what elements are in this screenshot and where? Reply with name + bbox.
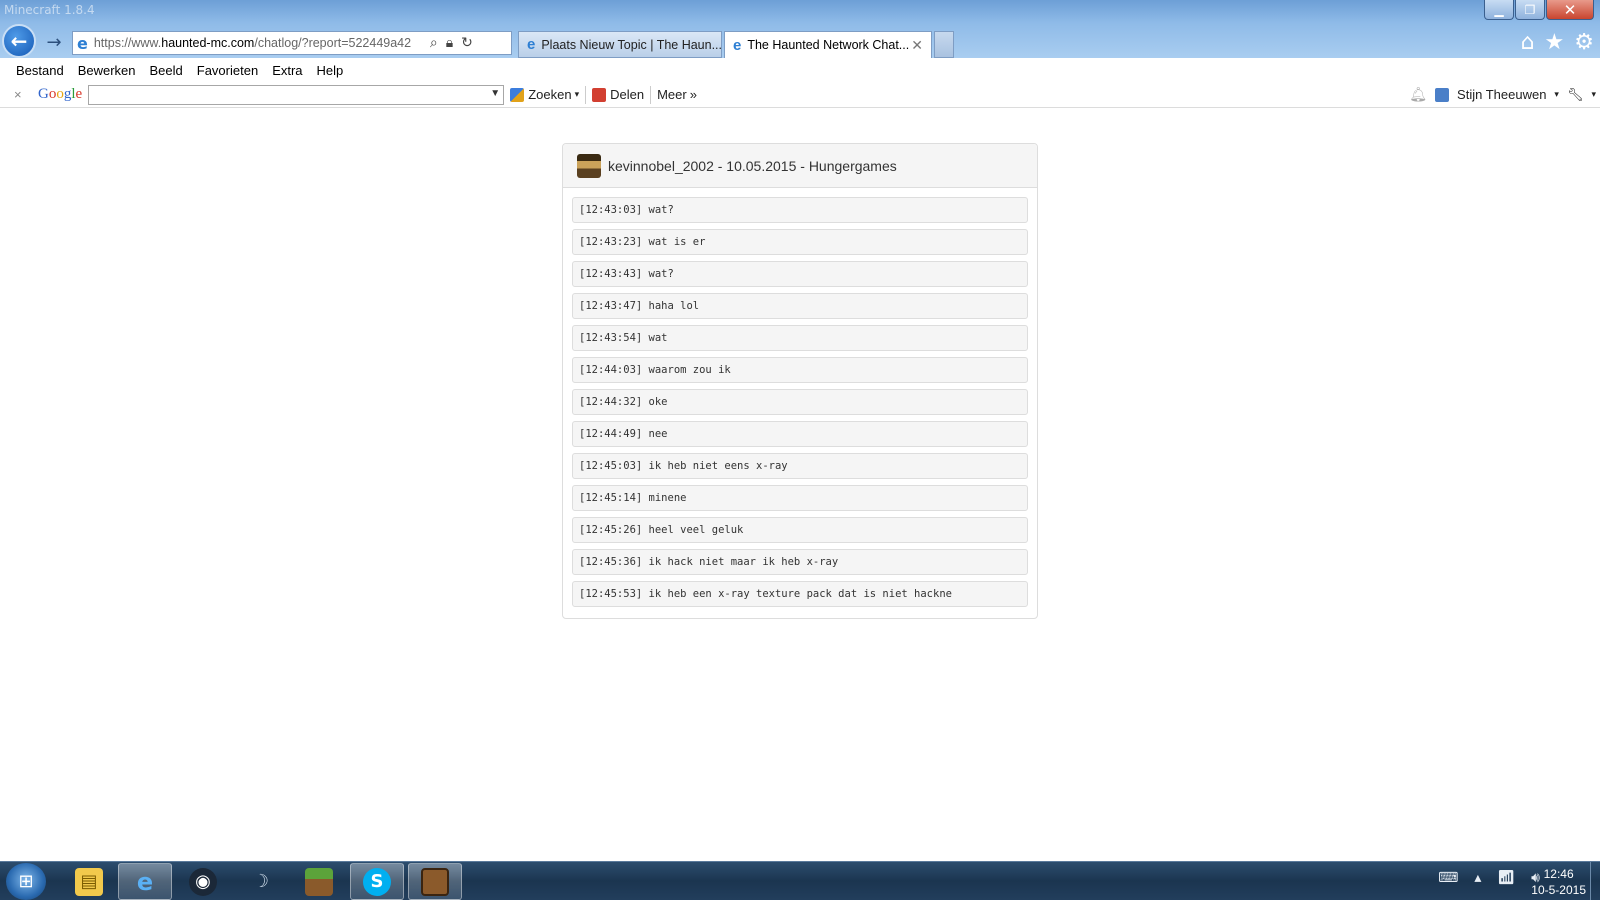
arrow-right-icon: → [46, 31, 62, 53]
clock-time: 12:46 [1543, 867, 1574, 881]
chat-line: [12:45:14] minene [572, 485, 1028, 511]
restore-button[interactable]: ❐ [1515, 0, 1545, 20]
system-tray: ⌨ ▴ 📶︎ 🔊︎ [1438, 870, 1540, 886]
refresh-icon[interactable]: ↻ [461, 35, 473, 51]
chat-line: [12:44:03] waarom zou ik [572, 357, 1028, 383]
menu-item-bestand[interactable]: Bestand [16, 63, 64, 78]
chat-line: [12:45:53] ik heb een x-ray texture pack… [572, 581, 1028, 607]
share-icon [592, 87, 607, 102]
start-button[interactable]: ⊞ [6, 863, 46, 900]
toolbar-close-icon[interactable]: × [14, 87, 28, 102]
tab-new-topic[interactable]: e Plaats Nieuw Topic | The Haun... [518, 31, 722, 58]
star-icon[interactable]: ★ [1545, 30, 1565, 55]
file-explorer-icon[interactable]: ▤ [62, 863, 116, 900]
gear-icon[interactable]: ⚙ [1574, 30, 1594, 55]
address-bar[interactable]: e https://www.haunted-mc.com/chatlog/?re… [72, 31, 512, 55]
google-toolbar: × Google ▼ Zoeken ▾ Delen Meer» 🔔︎ Stijn … [0, 82, 1600, 108]
chat-line: [12:43:54] wat [572, 325, 1028, 351]
menu-item-bewerken[interactable]: Bewerken [78, 63, 136, 78]
minecraft-launcher-icon[interactable] [408, 863, 462, 900]
tab-close-icon[interactable]: ✕ [911, 37, 923, 54]
ie-page-icon: e [77, 33, 88, 53]
window-title: Minecraft 1.8.4 [4, 3, 95, 17]
ie-tab-icon: e [527, 36, 536, 53]
browser-window-chrome: Minecraft 1.8.4 ▁ ❐ ✕ ← → e https://www.… [0, 0, 1600, 58]
menu-item-beeld[interactable]: Beeld [150, 63, 183, 78]
tab-chatlog[interactable]: e The Haunted Network Chat... ✕ [724, 31, 932, 58]
bell-icon[interactable]: 🔔︎ [1409, 86, 1427, 103]
chat-line: [12:43:03] wat? [572, 197, 1028, 223]
chat-line: [12:43:23] wat is er [572, 229, 1028, 255]
search-button[interactable]: Zoeken ▾ [510, 87, 579, 102]
chat-line: [12:43:43] wat? [572, 261, 1028, 287]
chatlog-lines: [12:43:03] wat? [12:43:23] wat is er [12… [563, 188, 1037, 622]
menu-item-help[interactable]: Help [317, 63, 344, 78]
tab-label: Plaats Nieuw Topic | The Haun... [541, 37, 722, 52]
skype-icon[interactable]: S [350, 863, 404, 900]
steam-icon[interactable]: ◉ [176, 863, 230, 900]
forward-button[interactable]: → [42, 30, 66, 54]
new-tab-button[interactable] [934, 31, 954, 58]
menu-bar: Bestand Bewerken Beeld Favorieten Extra … [0, 58, 1600, 82]
tab-label: The Haunted Network Chat... [747, 38, 910, 52]
chatlog-panel: kevinnobel_2002 - 10.05.2015 - Hungergam… [562, 143, 1038, 619]
player-avatar [577, 153, 601, 178]
user-icon [1435, 87, 1450, 102]
network-icon[interactable]: 📶︎ [1497, 870, 1515, 886]
user-name[interactable]: Stijn Theeuwen [1457, 87, 1546, 102]
home-icon[interactable]: ⌂ [1521, 30, 1535, 55]
chat-line: [12:44:49] nee [572, 421, 1028, 447]
internet-explorer-icon[interactable]: e [118, 863, 172, 900]
chat-line: [12:45:26] heel veel geluk [572, 517, 1028, 543]
minimize-button[interactable]: ▁ [1484, 0, 1514, 20]
taskbar: ⊞ ▤ e ◉ ☽ S ⌨ ▴ 📶︎ 🔊︎ 12:46 10-5-2015 [0, 861, 1600, 900]
toolbar-divider [585, 85, 587, 104]
address-url[interactable]: https://www.haunted-mc.com/chatlog/?repo… [94, 36, 424, 50]
minecraft-icon[interactable] [292, 863, 346, 900]
chat-line: [12:45:36] ik hack niet maar ik heb x-ra… [572, 549, 1028, 575]
app-icon[interactable]: ☽ [234, 863, 288, 900]
back-button[interactable]: ← [2, 24, 36, 58]
google-search-input[interactable]: ▼ [88, 84, 505, 105]
chat-line: [12:43:47] haha lol [572, 293, 1028, 319]
chatlog-title: kevinnobel_2002 - 10.05.2015 - Hungergam… [608, 157, 897, 174]
chat-line: [12:45:03] ik heb niet eens x-ray [572, 453, 1028, 479]
clock-date: 10-5-2015 [1531, 883, 1586, 897]
windows-logo-icon: ⊞ [18, 871, 34, 892]
menu-item-favorieten[interactable]: Favorieten [197, 63, 258, 78]
taskbar-clock[interactable]: 12:46 10-5-2015 [1531, 866, 1586, 898]
ie-tab-icon: e [733, 36, 742, 54]
arrow-left-icon: ← [10, 29, 28, 53]
lock-icon[interactable]: 🔒︎ [446, 35, 453, 51]
share-button[interactable]: Delen [592, 87, 644, 102]
keyboard-icon[interactable]: ⌨ [1438, 870, 1458, 886]
search-icon[interactable]: ⌕ [430, 35, 438, 51]
google-search-icon [510, 87, 525, 102]
show-desktop-button[interactable] [1590, 862, 1600, 900]
tray-expand-icon[interactable]: ▴ [1474, 870, 1481, 886]
chatlog-header: kevinnobel_2002 - 10.05.2015 - Hungergam… [563, 144, 1037, 188]
wrench-icon[interactable]: 🔧︎ [1567, 87, 1584, 103]
menu-item-extra[interactable]: Extra [272, 63, 302, 78]
google-logo: Google [38, 86, 83, 102]
chat-line: [12:44:32] oke [572, 389, 1028, 415]
window-controls: ▁ ❐ ✕ [1483, 0, 1594, 20]
close-button[interactable]: ✕ [1546, 0, 1594, 20]
dropdown-arrow-icon[interactable]: ▼ [490, 88, 500, 99]
double-chevron-icon: » [689, 87, 697, 102]
more-button[interactable]: Meer» [657, 87, 697, 102]
toolbar-divider [650, 85, 652, 104]
